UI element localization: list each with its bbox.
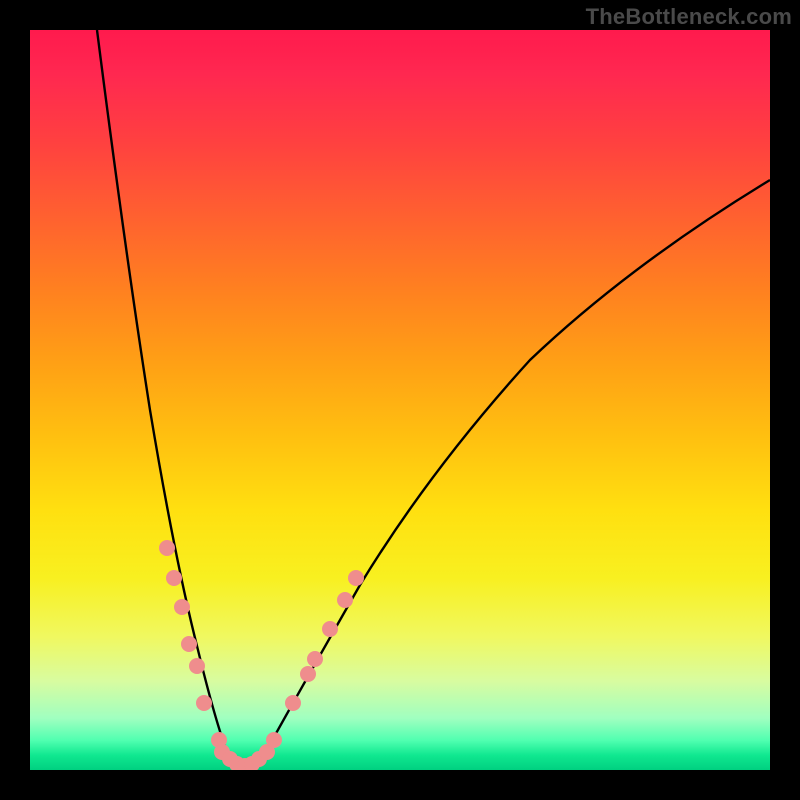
plot-area [30, 30, 770, 770]
curve-right [264, 180, 770, 755]
watermark-label: TheBottleneck.com [586, 4, 792, 30]
chart-frame: TheBottleneck.com [0, 0, 800, 800]
marker-group [159, 540, 364, 770]
curve-left [97, 30, 228, 755]
curve-layer [30, 30, 770, 770]
